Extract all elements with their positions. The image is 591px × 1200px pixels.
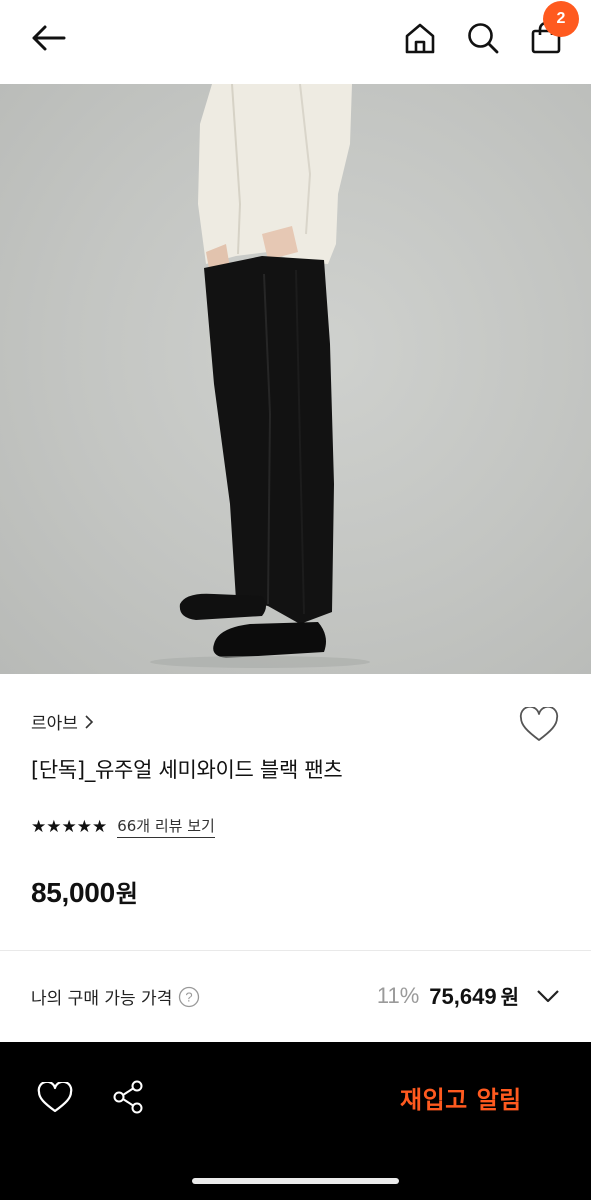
home-icon bbox=[405, 23, 435, 54]
top-navigation-bar: 2 bbox=[0, 0, 591, 84]
home-button[interactable] bbox=[400, 18, 440, 58]
rating-row: ★★★★★ 66개 리뷰 보기 bbox=[31, 815, 215, 838]
price-unit: 원 bbox=[115, 880, 138, 908]
price-number: 85,000 bbox=[31, 877, 115, 908]
heart-icon bbox=[37, 1082, 73, 1113]
my-price-label-group: 나의 구매 가능 가격 ? bbox=[31, 984, 200, 1009]
cart-count-badge: 2 bbox=[543, 1, 579, 37]
my-price-toggle[interactable]: 11% 75,649 원 bbox=[377, 981, 561, 1010]
help-icon[interactable]: ? bbox=[178, 986, 200, 1008]
share-button[interactable] bbox=[108, 1076, 148, 1118]
search-icon bbox=[468, 23, 499, 54]
home-indicator[interactable] bbox=[192, 1178, 399, 1184]
arrow-left-icon bbox=[32, 25, 66, 51]
chevron-right-icon bbox=[85, 714, 94, 729]
svg-text:?: ? bbox=[186, 989, 193, 1004]
product-image[interactable] bbox=[0, 84, 591, 674]
section-divider bbox=[0, 950, 591, 951]
back-button[interactable] bbox=[24, 18, 72, 58]
reviews-link[interactable]: 66개 리뷰 보기 bbox=[117, 815, 215, 838]
brand-name: 르아브 bbox=[31, 714, 78, 734]
my-price-value: 75,649 원 bbox=[429, 981, 519, 1010]
heart-icon bbox=[519, 707, 559, 741]
product-photo bbox=[150, 84, 370, 668]
brand-link[interactable]: 르아브 bbox=[31, 709, 94, 734]
discount-rate: 11% bbox=[376, 982, 420, 1008]
product-title: [단독]_유주얼 세미와이드 블랙 팬츠 bbox=[31, 758, 343, 782]
search-button[interactable] bbox=[463, 18, 503, 58]
product-price: 85,000원 bbox=[31, 874, 138, 909]
chevron-down-icon bbox=[537, 989, 559, 1002]
my-price-label: 나의 구매 가능 가격 bbox=[31, 989, 173, 1009]
bottom-action-bar: 재입고 알림 bbox=[0, 1042, 591, 1200]
my-price-number: 75,649 bbox=[429, 984, 497, 1009]
bottom-wishlist-button[interactable] bbox=[34, 1078, 76, 1118]
restock-alert-button[interactable]: 재입고 알림 bbox=[400, 1080, 522, 1115]
my-price-unit: 원 bbox=[500, 985, 519, 1009]
star-rating: ★★★★★ bbox=[31, 816, 108, 837]
wishlist-button[interactable] bbox=[516, 704, 562, 746]
share-icon bbox=[113, 1080, 143, 1114]
